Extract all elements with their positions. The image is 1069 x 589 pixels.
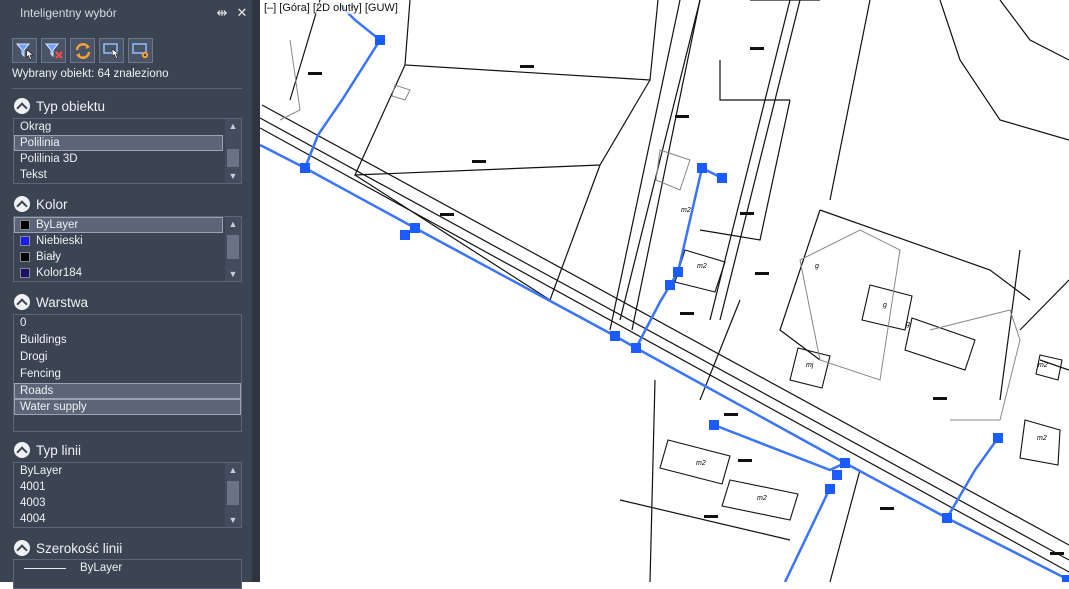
water-supply-lines [260, 4, 1069, 582]
building-label: m2 [757, 495, 767, 502]
smart-select-panel: Inteligentny wybór ⇹ ✕ Wybrany obiekt: 6… [0, 0, 252, 589]
list-item[interactable]: Kolor184 [14, 265, 241, 281]
section-object-type[interactable]: Typ obiektu [14, 98, 105, 114]
list-item[interactable]: Biały [14, 249, 241, 265]
list-item[interactable]: 4001 [14, 479, 241, 495]
building-label: m2 [1038, 362, 1048, 369]
list-item[interactable]: 0 [14, 315, 241, 331]
list-item[interactable]: Buildings [14, 332, 241, 348]
scrollbar[interactable]: ▲ ▼ [225, 119, 241, 183]
scroll-up-icon[interactable]: ▲ [228, 465, 238, 475]
road-lines [260, 0, 1069, 573]
chevron-up-icon [14, 540, 30, 556]
scroll-thumb[interactable] [227, 481, 239, 505]
panel-titlebar: Inteligentny wybór ⇹ ✕ [0, 0, 252, 26]
list-item[interactable]: Drogi [14, 349, 241, 365]
object-type-list[interactable]: Okrąg Polilinia Polilinia 3D Tekst ▲ ▼ [13, 118, 242, 184]
scrollbar[interactable]: ▲ ▼ [225, 217, 241, 281]
panel-title: Inteligentny wybór [20, 6, 117, 20]
section-title: Warstwa [36, 294, 89, 310]
linetype-list[interactable]: ByLayer 4001 4003 4004 ▲ ▼ [13, 462, 242, 528]
building-label: g [906, 321, 910, 328]
list-item[interactable]: ByLayer [14, 463, 241, 479]
viewport-label[interactable]: [–] [Góra] [2D olutły] [GUW] [264, 2, 398, 14]
settings-select-icon [132, 43, 149, 59]
panel-toolbar [12, 38, 153, 63]
building-label: m2 [681, 207, 691, 214]
select-window-icon [103, 43, 120, 59]
scroll-up-icon[interactable]: ▲ [228, 219, 238, 229]
list-item-label: Biały [36, 251, 61, 263]
filter-clear-icon [44, 43, 63, 59]
list-item[interactable]: Fencing [14, 366, 241, 382]
section-title: Szerokość linii [36, 540, 123, 556]
lineweight-list[interactable]: ByLayer [13, 559, 242, 589]
section-lineweight[interactable]: Szerokość linii [14, 540, 122, 556]
color-swatch [20, 252, 30, 262]
color-swatch [20, 268, 30, 278]
section-color[interactable]: Kolor [14, 196, 68, 212]
list-item[interactable]: Water supply [14, 399, 241, 415]
list-item-label: ByLayer [36, 219, 79, 231]
building-label: g [815, 263, 819, 270]
list-item[interactable]: ByLayer [14, 560, 241, 576]
list-item[interactable]: Roads [14, 383, 241, 399]
cad-drawing [260, 0, 1069, 582]
list-item[interactable]: Niebieski [14, 233, 241, 249]
settings-select-button[interactable] [128, 38, 153, 63]
scroll-down-icon[interactable]: ▼ [228, 269, 238, 279]
list-item[interactable]: 4004 [14, 511, 241, 527]
section-title: Typ linii [36, 442, 82, 458]
scroll-up-icon[interactable]: ▲ [228, 121, 238, 131]
scroll-down-icon[interactable]: ▼ [228, 515, 238, 525]
building-label: mj [806, 362, 814, 369]
section-title: Kolor [36, 196, 68, 212]
drawing-viewport[interactable]: m2 m2 m2 m2 m2 g g g mj m2 [260, 0, 1069, 582]
layer-list[interactable]: 0 Buildings Drogi Fencing Roads Water su… [13, 314, 242, 432]
building-label: g [883, 302, 887, 309]
list-item-label: Kolor184 [36, 267, 83, 279]
scroll-thumb[interactable] [227, 149, 239, 167]
list-item[interactable]: ByLayer [14, 217, 223, 233]
chevron-up-icon [14, 196, 30, 212]
filter-clear-button[interactable] [41, 38, 66, 63]
list-item-label: ByLayer [80, 562, 123, 574]
list-item[interactable]: Polilinia 3D [14, 151, 241, 167]
chevron-up-icon [14, 98, 30, 114]
section-title: Typ obiektu [36, 98, 106, 114]
scrollbar[interactable]: ▲ ▼ [225, 463, 241, 527]
color-list[interactable]: ByLayer Niebieski Biały Kolor184 ▲ ▼ [13, 216, 242, 282]
pin-icon[interactable]: ⇹ [212, 5, 232, 21]
section-linetype[interactable]: Typ linii [14, 442, 81, 458]
scroll-thumb[interactable] [227, 235, 239, 259]
close-icon[interactable]: ✕ [232, 5, 252, 21]
refresh-button[interactable] [70, 38, 95, 63]
list-item[interactable]: Tekst [14, 167, 241, 183]
scroll-down-icon[interactable]: ▼ [228, 171, 238, 181]
list-item[interactable]: Polilinia [14, 135, 223, 151]
list-item[interactable]: Okrąg [14, 119, 241, 135]
refresh-icon [75, 43, 91, 59]
filter-select-icon [15, 43, 34, 60]
text-markers [308, 47, 1064, 555]
lineweight-sample [24, 567, 66, 569]
select-window-button[interactable] [99, 38, 124, 63]
section-layer[interactable]: Warstwa [14, 294, 88, 310]
color-swatch [20, 220, 30, 230]
building-label: m2 [697, 263, 707, 270]
chevron-up-icon [14, 294, 30, 310]
building-label: m2 [696, 460, 706, 467]
divider [12, 88, 242, 89]
panel-splitter[interactable] [252, 0, 260, 582]
list-item-label: Niebieski [36, 235, 83, 247]
color-swatch [20, 236, 30, 246]
filter-select-button[interactable] [12, 38, 37, 63]
selection-count: Wybrany obiekt: 64 znaleziono [12, 68, 169, 80]
chevron-up-icon [14, 442, 30, 458]
list-item[interactable]: 4003 [14, 495, 241, 511]
building-label: m2 [1037, 435, 1047, 442]
parcel-lines [289, 0, 1069, 582]
